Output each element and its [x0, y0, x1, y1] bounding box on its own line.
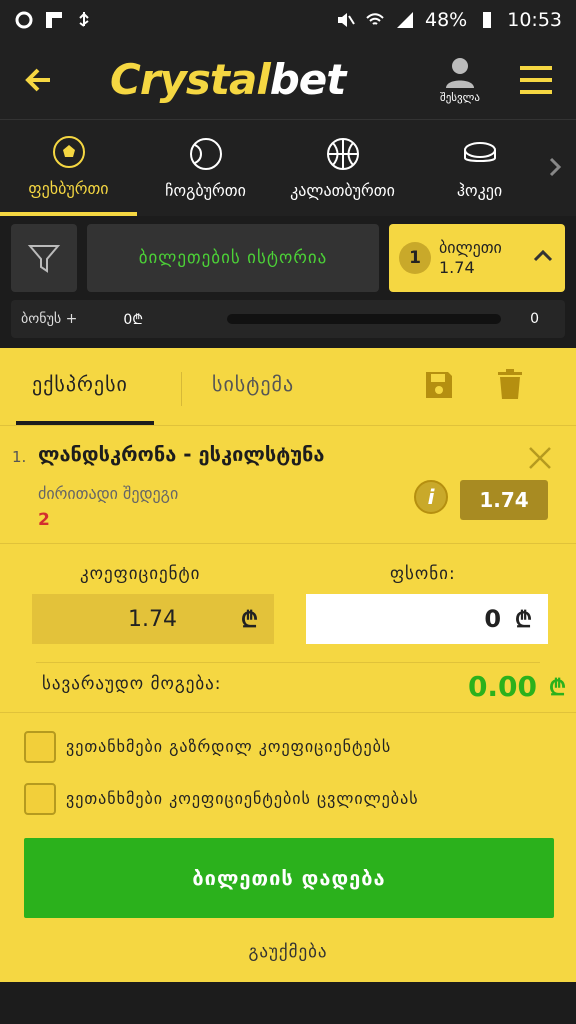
potential-win: 0.00 ₾ — [468, 670, 566, 703]
back-arrow-icon[interactable] — [20, 61, 58, 99]
tab-divider — [181, 372, 182, 406]
ticket-count-badge: 1 — [399, 242, 431, 274]
tab-hockey[interactable]: ჰოკეი — [411, 120, 548, 216]
clock: 10:53 — [507, 9, 562, 31]
tab-tennis-label: ჩოგბურთი — [165, 180, 246, 200]
tab-hockey-label: ჰოკეი — [456, 180, 503, 200]
stake-currency: ₾ — [515, 608, 532, 633]
tab-football[interactable]: ფეხბურთი — [0, 120, 137, 216]
stake-input[interactable]: 0 ₾ — [306, 594, 548, 644]
tennis-ball-icon — [189, 137, 222, 170]
logo-crystal: Crystal — [110, 55, 271, 104]
bonus-progress-bar — [227, 314, 501, 324]
event-market: ძირითადი შედეგი — [38, 484, 179, 503]
tab-basketball[interactable]: კალათბურთი — [274, 120, 411, 216]
event-index: 1. — [12, 448, 27, 466]
usb-icon — [79, 12, 89, 27]
coef-currency: ₾ — [241, 608, 258, 633]
bonus-value: 0₾ — [123, 311, 144, 328]
stake-value: 0 — [484, 605, 502, 633]
event-name: ლანდსკრონა - ესკილსტუნა — [38, 442, 325, 466]
login-label: შესვლა — [440, 91, 480, 104]
flipboard-icon — [46, 12, 62, 28]
hamburger-menu-icon[interactable] — [518, 62, 554, 98]
bonus-row: ბონუს + 0₾ 0 — [11, 300, 565, 338]
agree-odds-change-checkbox[interactable] — [24, 783, 56, 815]
basketball-icon — [326, 137, 359, 170]
football-icon — [52, 135, 85, 168]
potential-win-value: 0.00 — [467, 670, 538, 703]
remove-event-icon[interactable] — [528, 446, 552, 470]
agree-increased-odds-checkbox[interactable] — [24, 731, 56, 763]
agree-increased-odds-label[interactable]: ვეთანხმები გაზრდილ კოეფიციენტებს — [66, 737, 391, 756]
mute-icon — [338, 13, 355, 27]
logo-bet: bet — [269, 55, 347, 104]
coef-label: კოეფიციენტი — [80, 564, 201, 584]
potential-win-currency: ₾ — [549, 675, 566, 701]
info-icon[interactable]: i — [414, 480, 448, 514]
tab-football-label: ფეხბურთი — [28, 178, 109, 198]
top-bar: Crystalbet შესვლა — [0, 40, 576, 120]
bonus-label: ბონუს + — [21, 311, 78, 327]
ticket-toggle-button[interactable]: 1 ბილეთი 1.74 — [389, 224, 565, 292]
stake-label: ფსონი: — [390, 564, 456, 584]
battery-icon — [483, 12, 492, 28]
chevron-right-icon[interactable] — [548, 156, 562, 178]
place-bet-button[interactable]: ბილეთის დადება — [24, 838, 554, 918]
agree-odds-change-label[interactable]: ვეთანხმები კოეფიციენტების ცვლილებას — [66, 789, 419, 808]
event-pick: 2 — [38, 510, 50, 530]
event-odds: 1.74 — [460, 480, 548, 520]
tab-express-underline — [16, 421, 154, 425]
slip-tabs: ექსპრესი სისტემა — [0, 348, 576, 426]
cancel-button[interactable]: გაუქმება — [0, 942, 576, 962]
bonus-end-value: 0 — [530, 311, 539, 327]
coef-field: 1.74 ₾ — [32, 594, 274, 644]
coef-value: 1.74 — [128, 606, 178, 632]
filter-button[interactable] — [11, 224, 77, 292]
wifi-icon — [366, 13, 384, 25]
bottom-bar — [0, 982, 576, 1024]
ticket-label: ბილეთი — [439, 238, 502, 257]
tab-basketball-label: კალათბურთი — [290, 180, 395, 200]
divider — [36, 662, 540, 663]
chevron-up-icon — [533, 249, 553, 262]
potential-win-label: სავარაუდო მოგება: — [42, 674, 222, 694]
ticket-odds: 1.74 — [439, 258, 475, 277]
tab-tennis[interactable]: ჩოგბურთი — [137, 120, 274, 216]
sports-tabs: ფეხბურთი ჩოგბურთი კალათბურთი ჰოკეი — [0, 120, 576, 216]
tab-system[interactable]: სისტემა — [212, 372, 294, 396]
logo[interactable]: Crystalbet — [110, 55, 347, 104]
ticket-history-button[interactable]: ბილეთების ისტორია — [87, 224, 379, 292]
filter-icon — [27, 245, 61, 273]
agreements: ვეთანხმები გაზრდილ კოეფიციენტებს ვეთანხმ… — [0, 712, 576, 830]
save-icon[interactable] — [424, 370, 454, 400]
status-bar: 48% 10:53 — [0, 0, 576, 40]
control-row: ბილეთების ისტორია 1 ბილეთი 1.74 — [0, 216, 576, 300]
bet-slip: ექსპრესი სისტემა 1. ლანდსკრონა - ესკილსტ… — [0, 348, 576, 982]
signal-icon — [397, 12, 413, 28]
trash-icon[interactable] — [496, 368, 524, 400]
sync-icon — [15, 11, 33, 29]
login-button[interactable]: შესვლა — [430, 56, 490, 104]
hockey-puck-icon — [463, 141, 496, 162]
battery-percent: 48% — [425, 9, 468, 31]
user-icon — [446, 58, 474, 88]
tab-express[interactable]: ექსპრესი — [32, 372, 128, 396]
stake-section: კოეფიციენტი ფსონი: 1.74 ₾ 0 ₾ სავარაუდო … — [0, 544, 576, 712]
